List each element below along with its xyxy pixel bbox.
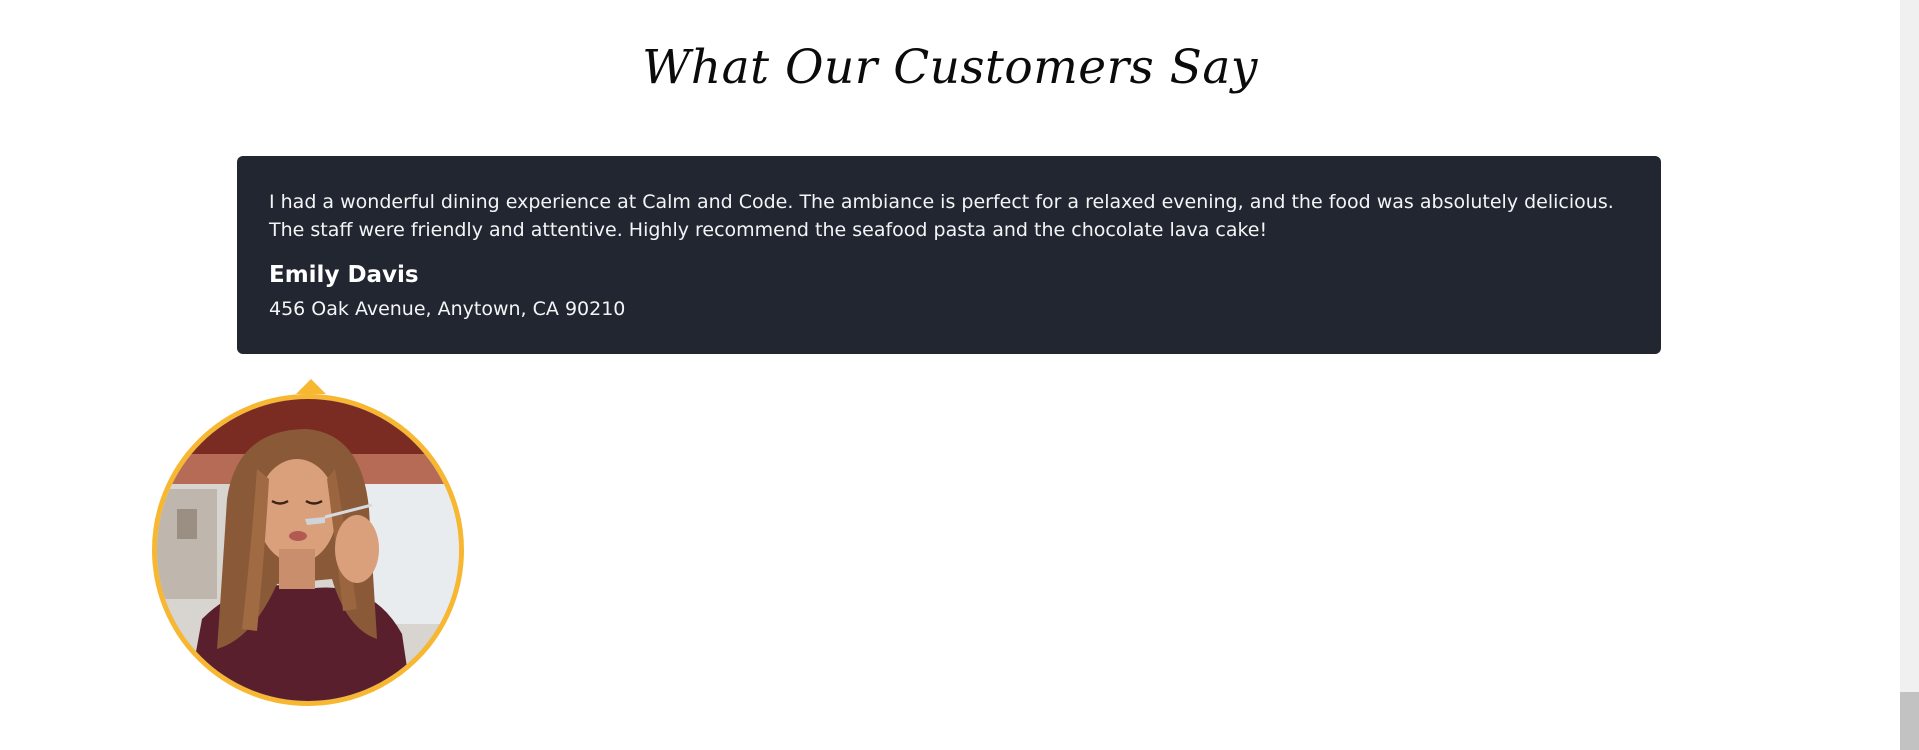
customer-photo — [157, 399, 459, 701]
testimonial-quote: I had a wonderful dining experience at C… — [269, 191, 1614, 241]
testimonial-author-address: 456 Oak Avenue, Anytown, CA 90210 — [269, 298, 626, 320]
scrollbar-thumb[interactable] — [1900, 692, 1919, 750]
section-title: What Our Customers Say — [642, 40, 1258, 95]
avatar[interactable] — [152, 394, 464, 706]
testimonial-author-name: Emily Davis — [269, 262, 419, 288]
scrollbar-track[interactable] — [1900, 0, 1919, 750]
testimonial-card: I had a wonderful dining experience at C… — [237, 156, 1661, 354]
testimonials-page: What Our Customers Say I had a wonderful… — [0, 0, 1919, 750]
caret-up-icon — [296, 379, 326, 394]
